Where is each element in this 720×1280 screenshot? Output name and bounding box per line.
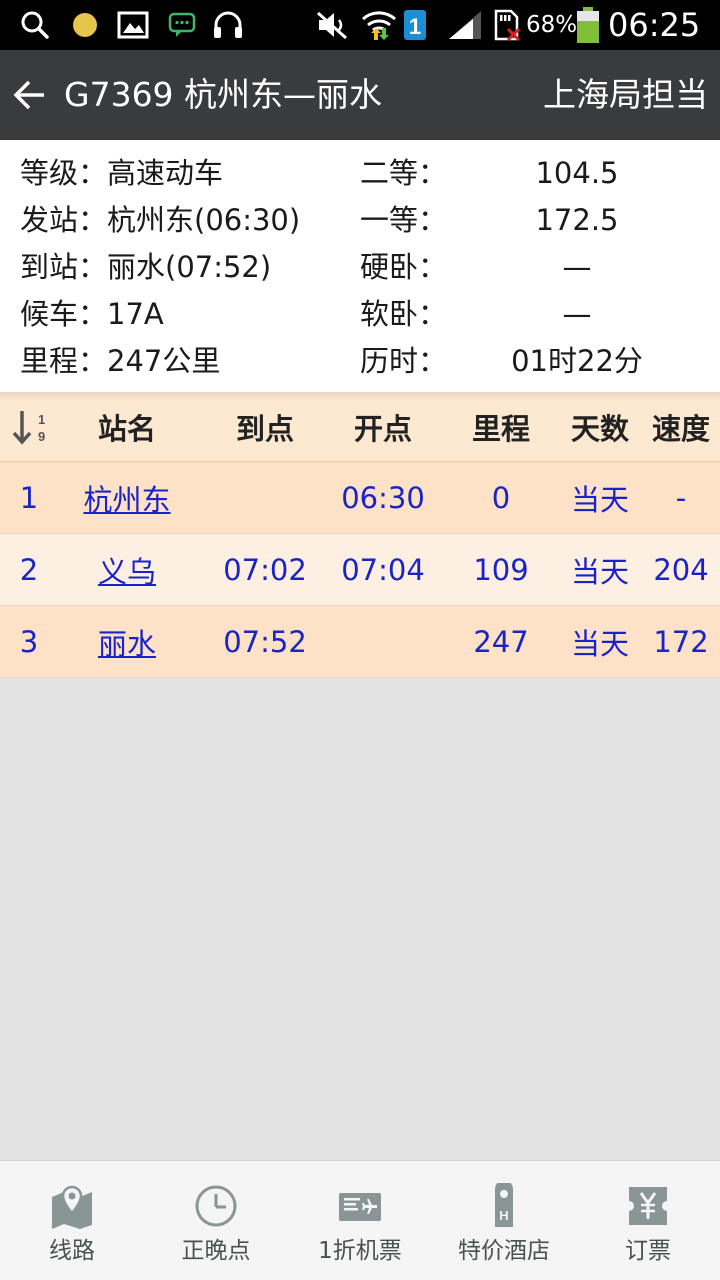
days: 当天 <box>570 554 629 589</box>
nav-label-hotel: 特价酒店 <box>458 1238 550 1264</box>
hotel-tag-icon: H <box>481 1180 527 1229</box>
speed: 172 <box>653 624 709 659</box>
gallery-icon <box>116 8 150 42</box>
info-hard-sleeper-label: 硬卧： <box>360 250 448 284</box>
header-depart: 开点 <box>353 411 412 446</box>
title-bar: G7369 杭州东—丽水 上海局担当 <box>0 50 720 140</box>
battery-icon <box>576 7 600 43</box>
svg-text:1: 1 <box>38 412 45 427</box>
depart-time: 06:30 <box>341 480 425 515</box>
map-pin-icon <box>49 1183 95 1229</box>
header-arrive: 到点 <box>235 411 294 446</box>
row-index: 2 <box>19 552 39 587</box>
sort-order-icon[interactable]: 19 <box>0 392 58 461</box>
header-speed: 速度 <box>651 411 710 446</box>
yen-ticket-icon <box>625 1183 671 1229</box>
notification-dot-icon <box>70 8 100 42</box>
header-days: 天数 <box>570 411 629 446</box>
info-soft-sleeper-label: 软卧： <box>360 297 448 331</box>
svg-text:9: 9 <box>38 429 45 444</box>
stop-table: 19 站名 到点 开点 里程 天数 速度 1 杭州东 06:30 0 当天 - … <box>0 392 720 678</box>
mileage: 109 <box>473 552 529 587</box>
nav-label-punctuality: 正晚点 <box>181 1238 251 1264</box>
station-link[interactable]: 义乌 <box>68 534 186 605</box>
info-departure-station: 发站：杭州东(06:30) <box>20 203 301 237</box>
info-first-class-price: 172.5 <box>535 203 619 237</box>
back-arrow-icon[interactable] <box>12 77 50 113</box>
sd-card-icon <box>492 8 522 42</box>
table-row: 1 杭州东 06:30 0 当天 - <box>0 462 720 534</box>
info-second-class-label: 二等： <box>360 156 448 190</box>
search-icon <box>18 8 52 42</box>
svg-text:H: H <box>499 1208 508 1223</box>
info-mileage: 里程：247公里 <box>20 344 221 378</box>
info-row-arrival: 到站：丽水(07:52) 硬卧： — <box>0 244 720 290</box>
info-hard-sleeper-price: — <box>562 250 592 284</box>
status-time: 06:25 <box>608 6 701 44</box>
nav-item-flight[interactable]: 1折机票 <box>288 1161 432 1280</box>
sim-1-icon: 1 <box>402 8 428 42</box>
headset-icon <box>210 8 246 42</box>
station-name[interactable]: 丽水 <box>98 621 156 663</box>
info-row-waiting: 候车：17A 软卧： — <box>0 291 720 337</box>
depart-time: 07:04 <box>341 552 425 587</box>
svg-text:1: 1 <box>409 14 421 39</box>
bottom-nav: 线路 正晚点 1折机票 H 特价酒店 订票 <box>0 1160 720 1280</box>
mileage: 0 <box>491 480 511 515</box>
days: 当天 <box>570 482 629 517</box>
header-station: 站名 <box>97 411 156 446</box>
page-title: G7369 杭州东—丽水 <box>64 75 383 114</box>
chat-icon <box>166 8 198 42</box>
info-first-class-label: 一等： <box>360 203 448 237</box>
info-duration: 01时22分 <box>511 344 643 378</box>
row-index: 1 <box>19 480 39 515</box>
nav-label-route: 线路 <box>49 1238 95 1264</box>
table-header: 19 站名 到点 开点 里程 天数 速度 <box>0 392 720 462</box>
info-waiting-room: 候车：17A <box>20 297 164 331</box>
flight-ticket-icon <box>337 1183 383 1229</box>
days: 当天 <box>570 626 629 661</box>
bureau-label: 上海局担当 <box>543 75 708 114</box>
signal-icon <box>446 8 484 42</box>
vibrate-off-icon <box>314 8 350 42</box>
header-mileage: 里程 <box>471 411 530 446</box>
nav-label-flight: 1折机票 <box>318 1238 402 1264</box>
table-row: 2 义乌 07:02 07:04 109 当天 204 <box>0 534 720 606</box>
arrive-time <box>205 462 325 533</box>
nav-item-booking[interactable]: 订票 <box>576 1161 720 1280</box>
table-row: 3 丽水 07:52 247 当天 172 <box>0 606 720 678</box>
train-info-panel: 等级：高速动车 二等： 104.5 发站：杭州东(06:30) 一等： 172.… <box>0 140 720 392</box>
speed: - <box>675 480 687 515</box>
station-link[interactable]: 丽水 <box>68 606 186 677</box>
status-bar: 1 68% 06:25 <box>0 0 720 50</box>
nav-item-hotel[interactable]: H 特价酒店 <box>432 1161 576 1280</box>
info-grade: 等级：高速动车 <box>20 156 224 190</box>
speed: 204 <box>653 552 709 587</box>
station-name[interactable]: 义乌 <box>98 549 156 591</box>
station-link[interactable]: 杭州东 <box>68 462 186 533</box>
info-second-class-price: 104.5 <box>535 156 619 190</box>
arrive-time: 07:02 <box>223 552 307 587</box>
info-row-departure: 发站：杭州东(06:30) 一等： 172.5 <box>0 197 720 243</box>
depart-time <box>323 606 443 677</box>
info-arrival-station: 到站：丽水(07:52) <box>20 250 272 284</box>
clock-icon <box>193 1183 239 1229</box>
nav-item-route[interactable]: 线路 <box>0 1161 144 1280</box>
mileage: 247 <box>473 624 529 659</box>
battery-percent: 68% <box>526 12 578 38</box>
row-index: 3 <box>19 624 39 659</box>
info-duration-label: 历时： <box>360 344 448 378</box>
info-soft-sleeper-price: — <box>562 297 592 331</box>
info-row-grade: 等级：高速动车 二等： 104.5 <box>0 150 720 196</box>
nav-label-booking: 订票 <box>625 1238 671 1264</box>
nav-item-punctuality[interactable]: 正晚点 <box>144 1161 288 1280</box>
wifi-icon <box>360 8 398 42</box>
station-name[interactable]: 杭州东 <box>83 477 170 519</box>
arrive-time: 07:52 <box>223 624 307 659</box>
info-row-mileage: 里程：247公里 历时： 01时22分 <box>0 338 720 384</box>
